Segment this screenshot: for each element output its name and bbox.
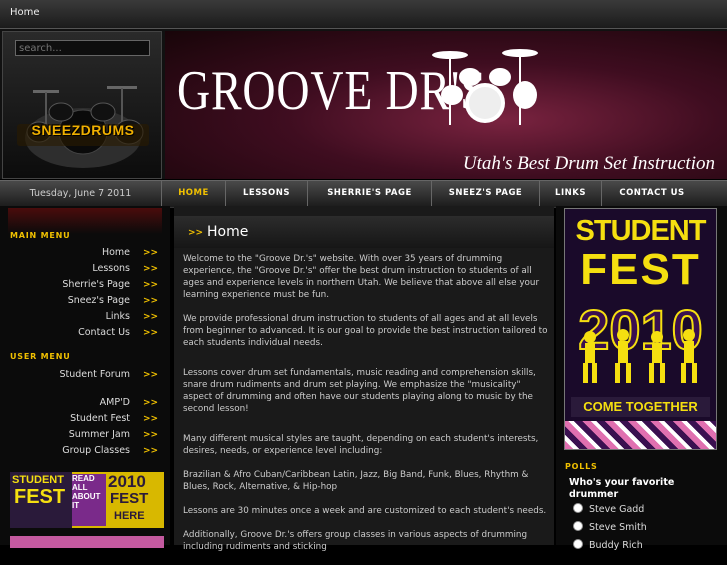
arrow-icon: >> xyxy=(143,264,159,274)
poll-option-label: Buddy Rich xyxy=(589,540,643,551)
banner-subtitle: Utah's Best Drum Set Instruction xyxy=(462,153,715,174)
sidebar-item-links[interactable]: Links xyxy=(106,311,130,322)
arrow-icon: >> xyxy=(188,228,204,238)
radio-icon[interactable] xyxy=(573,521,583,531)
polls-heading: POLLS xyxy=(565,462,598,471)
mini-banner-student: STUDENT xyxy=(12,474,64,486)
paragraph: Brazilian & Afro Cuban/Caribbean Latin, … xyxy=(183,470,529,492)
arrow-icon: >> xyxy=(143,370,159,380)
paragraph: Welcome to the "Groove Dr.'s" website. W… xyxy=(183,254,540,300)
sidebar-item-student-forum[interactable]: Student Forum xyxy=(59,369,130,380)
drumset-logo xyxy=(17,86,149,168)
arrow-icon: >> xyxy=(143,446,159,456)
student-fest-mini-banner[interactable]: STUDENT FEST READ ALL ABOUT IT 2010 FEST… xyxy=(10,472,164,528)
search-input[interactable] xyxy=(15,40,150,56)
poster-figures xyxy=(583,329,697,383)
main-content: >> Home Welcome to the "Groove Dr.'s" we… xyxy=(174,206,554,552)
sidebar: MAIN MENU Home >> Lessons >> Sherrie's P… xyxy=(0,206,170,548)
sidebar-item-contact-us[interactable]: Contact Us xyxy=(78,327,130,338)
poll-option[interactable]: Steve Gadd xyxy=(573,503,644,515)
right-column: STUDENT FEST 2010 COME TOGETHER POLLS Wh… xyxy=(556,206,727,551)
mini-banner-fest: FEST xyxy=(14,486,66,508)
nav-home[interactable]: HOME xyxy=(162,181,226,207)
mini-banner-year: 2010 xyxy=(108,472,146,491)
student-fest-poster[interactable]: STUDENT FEST 2010 COME TOGETHER xyxy=(564,208,717,450)
home-link[interactable]: Home xyxy=(10,7,40,18)
sidebar-item-student-fest[interactable]: Student Fest xyxy=(70,413,130,424)
nav-links[interactable]: LINKS xyxy=(540,181,602,207)
radio-icon[interactable] xyxy=(573,539,583,549)
poster-tagline: COME TOGETHER xyxy=(571,397,710,417)
content-header: >> Home xyxy=(174,216,554,248)
mini-banner-here: HERE xyxy=(114,510,145,522)
arrow-icon: >> xyxy=(143,414,159,424)
nav-bar: Tuesday, June 7 2011 HOME LESSONS SHERRI… xyxy=(0,180,727,208)
header: SNEEZDRUMS GROOVE DR'S Utah's Best Drum … xyxy=(0,29,727,179)
page-title: Home xyxy=(207,224,249,240)
arrow-icon: >> xyxy=(143,430,159,440)
top-bar: Home xyxy=(0,0,727,29)
nav-contact-us[interactable]: CONTACT US xyxy=(602,181,702,207)
sidebar-item-summer-jam[interactable]: Summer Jam xyxy=(69,429,130,440)
date-display: Tuesday, June 7 2011 xyxy=(0,181,162,207)
main-menu-heading: MAIN MENU xyxy=(10,231,71,240)
mini-banner-2[interactable] xyxy=(10,536,164,548)
banner: GROOVE DR'S Utah's Best Drum Set Instruc… xyxy=(165,31,727,179)
arrow-icon: >> xyxy=(143,296,159,306)
poll-option-label: Steve Gadd xyxy=(589,504,645,515)
sidebar-item-ampd[interactable]: AMP'D xyxy=(100,397,130,408)
poll-question: Who's your favorite drummer xyxy=(569,477,675,500)
paragraph: Additionally, Groove Dr.'s offers group … xyxy=(183,530,528,552)
paragraph: We provide professional drum instruction… xyxy=(183,314,548,348)
nav-sherries-page[interactable]: SHERRIE'S PAGE xyxy=(308,181,432,207)
nav-lessons[interactable]: LESSONS xyxy=(226,181,308,207)
poll-option[interactable]: Buddy Rich xyxy=(573,539,643,551)
drumkit-illustration xyxy=(432,49,538,125)
sidebar-item-group-classes[interactable]: Group Classes xyxy=(62,445,130,456)
poster-fest: FEST xyxy=(580,245,701,294)
arrow-icon: >> xyxy=(143,248,159,258)
sidebar-item-sherries-page[interactable]: Sherrie's Page xyxy=(62,279,130,290)
nav-sneezs-page[interactable]: SNEEZ'S PAGE xyxy=(432,181,540,207)
sidebar-item-sneezs-page[interactable]: Sneez's Page xyxy=(68,295,130,306)
arrow-icon: >> xyxy=(143,280,159,290)
paragraph: Many different musical styles are taught… xyxy=(183,434,539,456)
sidebar-item-home[interactable]: Home xyxy=(102,247,130,258)
poll-option-label: Steve Smith xyxy=(589,522,647,533)
mini-banner-side: READ ALL ABOUT IT xyxy=(72,474,106,526)
radio-icon[interactable] xyxy=(573,503,583,513)
poll-option[interactable]: Steve Smith xyxy=(573,521,647,533)
user-menu-heading: USER MENU xyxy=(10,352,71,361)
sidebar-item-lessons[interactable]: Lessons xyxy=(92,263,130,274)
poster-student: STUDENT xyxy=(575,215,707,247)
logo-text: SNEEZDRUMS xyxy=(31,122,135,138)
paragraph: Lessons are 30 minutes once a week and a… xyxy=(183,506,547,516)
arrow-icon: >> xyxy=(143,328,159,338)
logo-box: SNEEZDRUMS xyxy=(2,31,162,179)
content-body: Welcome to the "Groove Dr.'s" website. W… xyxy=(183,253,548,565)
paragraph: Lessons cover drum set fundamentals, mus… xyxy=(183,368,536,414)
arrow-icon: >> xyxy=(143,312,159,322)
arrow-icon: >> xyxy=(143,398,159,408)
poster-pattern xyxy=(565,421,716,449)
mini-banner-fest-2: FEST xyxy=(110,490,149,507)
